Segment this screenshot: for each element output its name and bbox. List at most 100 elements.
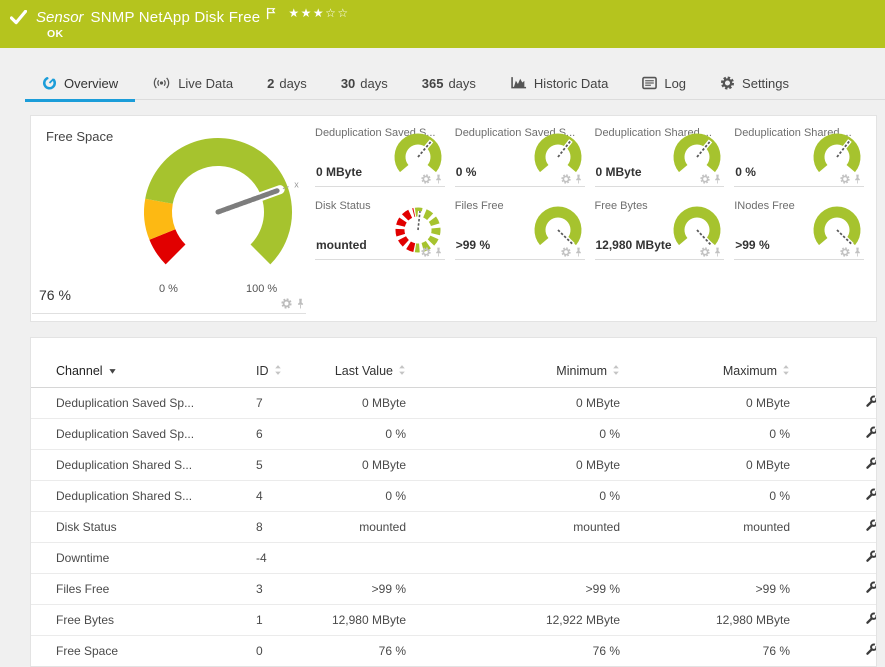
gear-icon[interactable]	[840, 174, 850, 184]
sort-icon	[612, 364, 620, 376]
status-ok-check-icon	[10, 10, 27, 25]
column-header-minimum[interactable]: Minimum	[426, 364, 640, 388]
cell-id: 3	[256, 574, 326, 605]
cell-channel: Downtime	[31, 543, 256, 574]
cell-minimum	[426, 543, 640, 574]
priority-stars[interactable]: ★★★☆☆	[288, 6, 349, 20]
free-space-gauge: x	[130, 130, 306, 282]
tab-30-days[interactable]: 30days	[324, 67, 405, 99]
sensor-type-label: Sensor	[36, 9, 84, 26]
gear-icon[interactable]	[421, 247, 431, 257]
sort-icon	[398, 364, 406, 376]
column-header-id[interactable]: ID	[256, 364, 326, 388]
gear-icon[interactable]	[840, 247, 850, 257]
channel-tile: INodes Free >99 %	[734, 198, 864, 260]
cell-channel: Disk Status	[31, 512, 256, 543]
tab-historic-data[interactable]: Historic Data	[493, 67, 625, 99]
main-gauge-title: Free Space	[46, 129, 113, 144]
channel-settings-button[interactable]	[865, 643, 877, 656]
gear-icon[interactable]	[700, 174, 710, 184]
pin-icon[interactable]	[434, 174, 443, 184]
cell-last-value: mounted	[326, 512, 426, 543]
channels-table: Channel ID Last Value Minimum Maximum	[31, 364, 876, 667]
channel-settings-button[interactable]	[865, 612, 877, 625]
tab-divider	[25, 99, 885, 100]
column-header-actions	[810, 364, 876, 388]
cell-last-value: 76 %	[326, 636, 426, 667]
channel-tile-value: >99 %	[735, 238, 769, 252]
gauge-scale-max: 100 %	[246, 283, 277, 295]
table-row: Deduplication Shared S... 5 0 MByte 0 MB…	[31, 450, 876, 481]
column-header-last-value[interactable]: Last Value	[326, 364, 426, 388]
channel-tile: Disk Status mounted	[315, 198, 445, 260]
gear-icon[interactable]	[421, 174, 431, 184]
tab-365-days[interactable]: 365days	[405, 67, 493, 99]
tab-settings[interactable]: Settings	[703, 67, 806, 99]
channel-tile-value: 12,980 MByte	[596, 238, 672, 252]
gear-icon	[720, 76, 735, 90]
channel-settings-button[interactable]	[865, 488, 877, 501]
channel-settings-button[interactable]	[865, 426, 877, 439]
channel-tile-value: 0 MByte	[596, 165, 642, 179]
channel-tile-value: mounted	[316, 238, 367, 252]
wrench-icon	[865, 581, 877, 594]
channel-tile: Deduplication Shared ... 0 MByte	[595, 125, 725, 187]
cell-channel: Deduplication Saved Sp...	[31, 419, 256, 450]
tab-2-days[interactable]: 2days	[250, 67, 324, 99]
svg-text:x: x	[294, 180, 299, 190]
channel-settings-button[interactable]	[865, 581, 877, 594]
gear-icon[interactable]	[700, 247, 710, 257]
table-row: Free Space 0 76 % 76 % 76 %	[31, 636, 876, 667]
chart-icon	[510, 76, 527, 90]
cell-minimum: 0 MByte	[426, 388, 640, 419]
channel-tiles-grid: Deduplication Saved S... 0 MByte Dedupli…	[315, 125, 864, 260]
channel-settings-button[interactable]	[865, 550, 877, 563]
cell-id: 4	[256, 481, 326, 512]
cell-maximum: mounted	[640, 512, 810, 543]
channel-tile: Deduplication Shared ... 0 %	[734, 125, 864, 187]
page-title: SNMP NetApp Disk Free	[91, 9, 261, 26]
channel-tile-value: >99 %	[456, 238, 490, 252]
wrench-icon	[865, 612, 877, 625]
sort-desc-icon	[108, 367, 117, 375]
sort-icon	[782, 364, 790, 376]
flag-icon[interactable]	[266, 7, 276, 20]
cell-last-value: 0 %	[326, 419, 426, 450]
gear-icon[interactable]	[281, 298, 292, 309]
cell-maximum	[640, 543, 810, 574]
tab-bar: Overview Live Data 2days 30days 365days …	[0, 48, 885, 110]
wrench-icon	[865, 643, 877, 656]
channel-settings-button[interactable]	[865, 457, 877, 470]
pin-icon[interactable]	[574, 174, 583, 184]
pin-icon[interactable]	[434, 247, 443, 257]
cell-last-value: 12,980 MByte	[326, 605, 426, 636]
sort-icon	[274, 364, 282, 376]
pin-icon[interactable]	[713, 247, 722, 257]
channel-settings-button[interactable]	[865, 519, 877, 532]
pin-icon[interactable]	[713, 174, 722, 184]
pin-icon[interactable]	[853, 174, 862, 184]
tab-overview[interactable]: Overview	[25, 67, 135, 99]
tab-live-data[interactable]: Live Data	[135, 67, 250, 99]
cell-id: 7	[256, 388, 326, 419]
gear-icon[interactable]	[561, 174, 571, 184]
cell-id: 5	[256, 450, 326, 481]
column-header-channel[interactable]: Channel	[31, 364, 256, 388]
cell-id: 0	[256, 636, 326, 667]
wrench-icon	[865, 550, 877, 563]
column-header-maximum[interactable]: Maximum	[640, 364, 810, 388]
table-row: Free Bytes 1 12,980 MByte 12,922 MByte 1…	[31, 605, 876, 636]
cell-last-value: 0 %	[326, 481, 426, 512]
overview-panel: Free Space x 76 % 0 % 100 % Deduplicatio…	[30, 115, 877, 322]
tab-log[interactable]: Log	[625, 67, 703, 99]
wrench-icon	[865, 488, 877, 501]
channel-settings-button[interactable]	[865, 395, 877, 408]
cell-channel: Deduplication Shared S...	[31, 450, 256, 481]
pin-icon[interactable]	[296, 298, 305, 309]
table-row: Downtime -4	[31, 543, 876, 574]
pin-icon[interactable]	[853, 247, 862, 257]
pin-icon[interactable]	[574, 247, 583, 257]
gear-icon[interactable]	[561, 247, 571, 257]
cell-last-value: 0 MByte	[326, 388, 426, 419]
cell-maximum: 0 MByte	[640, 450, 810, 481]
